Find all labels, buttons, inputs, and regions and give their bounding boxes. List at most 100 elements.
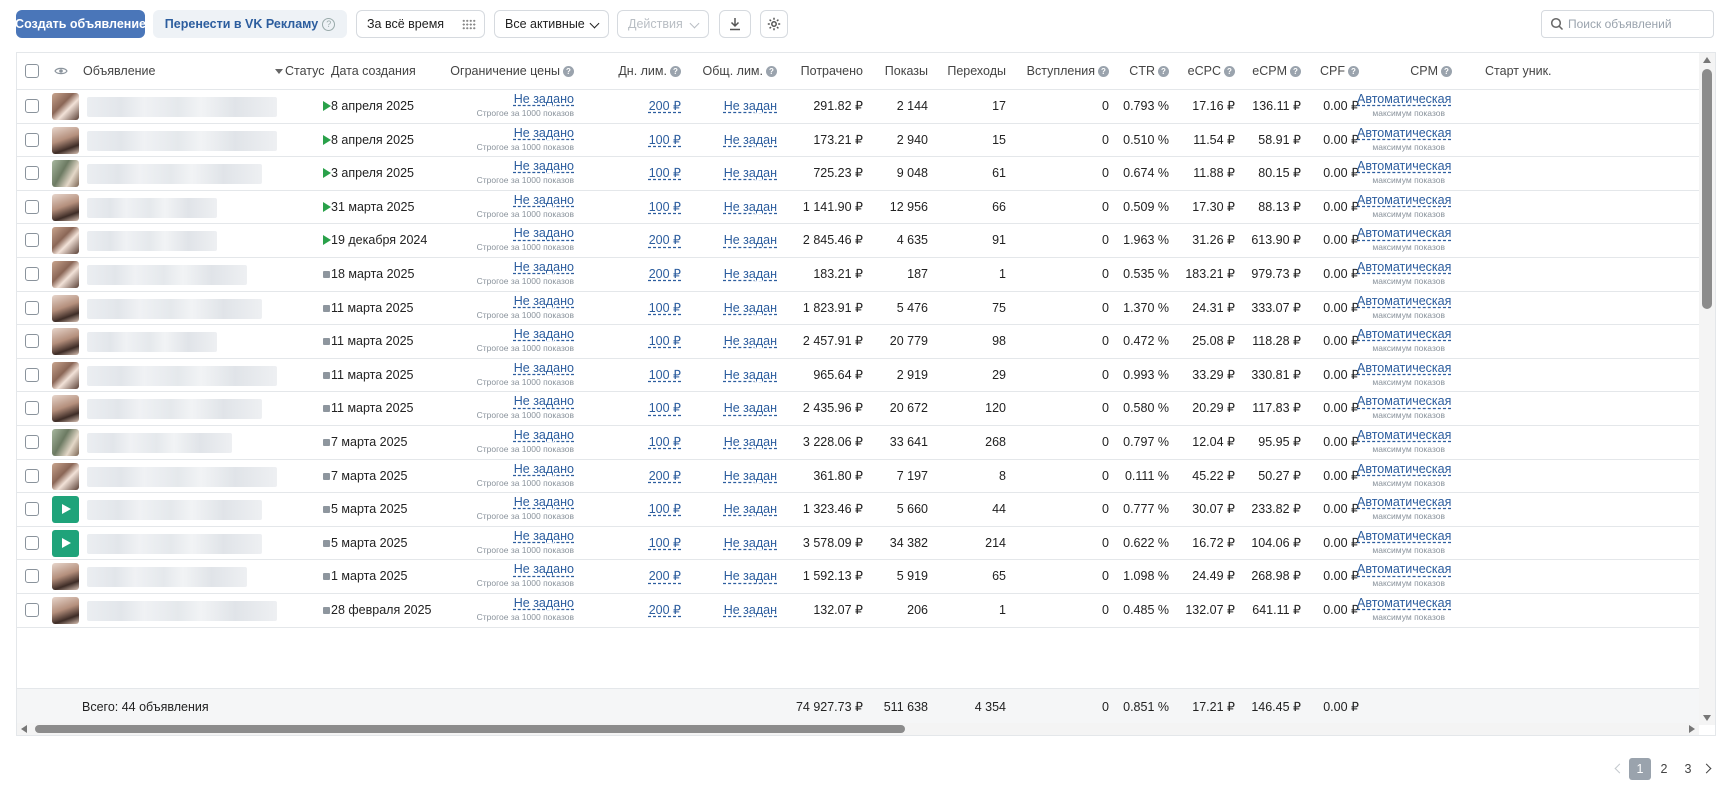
row-checkbox[interactable] — [25, 367, 39, 382]
settings-button[interactable] — [760, 10, 788, 38]
row-checkbox[interactable] — [25, 334, 39, 349]
scroll-right-arrow[interactable] — [1689, 725, 1695, 733]
ad-name-blurred[interactable] — [87, 567, 247, 588]
table-row[interactable]: 18 марта 2025 Не задано Строгое за 1000 по… — [17, 258, 1699, 292]
col-cpf[interactable]: CPF? — [1299, 53, 1359, 90]
search-box[interactable] — [1541, 10, 1714, 38]
ad-thumbnail[interactable] — [52, 160, 79, 188]
ad-thumbnail[interactable] — [52, 126, 79, 154]
status-stopped-icon[interactable] — [323, 371, 330, 379]
status-filter-select[interactable]: Все активные — [494, 10, 609, 38]
price-limit-link[interactable]: Не задано — [514, 294, 574, 308]
page-2-button[interactable]: 2 — [1653, 758, 1675, 780]
col-total-limit[interactable]: Общ. лим.? — [677, 53, 777, 90]
ad-name-blurred[interactable] — [87, 399, 262, 420]
status-stopped-icon[interactable] — [323, 539, 330, 547]
col-day-limit[interactable]: Дн. лим.? — [577, 53, 681, 90]
col-created[interactable]: Дата создания — [331, 53, 416, 90]
ad-thumbnail[interactable] — [52, 93, 79, 120]
status-stopped-icon[interactable] — [323, 573, 330, 581]
prev-page-button[interactable] — [1609, 758, 1627, 780]
scroll-down-arrow[interactable] — [1703, 715, 1711, 721]
row-checkbox[interactable] — [25, 603, 39, 617]
status-active-icon[interactable] — [323, 235, 331, 246]
cpm-strategy-link[interactable]: Автоматическая — [1357, 394, 1451, 408]
status-active-icon[interactable] — [323, 168, 331, 179]
cpm-strategy-link[interactable]: Автоматическая — [1357, 462, 1451, 476]
row-checkbox[interactable] — [25, 199, 39, 214]
status-active-icon[interactable] — [323, 101, 331, 111]
cpm-strategy-link[interactable]: Автоматическая — [1357, 193, 1451, 207]
col-cpm[interactable]: CPM? — [1357, 53, 1452, 90]
horizontal-scroll-thumb[interactable] — [35, 725, 905, 733]
price-limit-link[interactable]: Не задано — [514, 596, 574, 610]
price-limit-link[interactable]: Не задано — [514, 462, 574, 476]
price-limit-link[interactable]: Не задано — [514, 394, 574, 408]
table-row[interactable]: 11 марта 2025 Не задано Строгое за 1000 по… — [17, 325, 1699, 359]
col-ecpc[interactable]: eCPC? — [1163, 53, 1235, 90]
page-1-button[interactable]: 1 — [1629, 758, 1651, 780]
scroll-left-arrow[interactable] — [21, 725, 27, 733]
cpm-strategy-link[interactable]: Автоматическая — [1357, 126, 1451, 140]
status-active-icon[interactable] — [323, 134, 331, 145]
ad-thumbnail[interactable] — [52, 193, 79, 221]
select-all-checkbox[interactable] — [25, 64, 39, 78]
row-checkbox[interactable] — [25, 435, 39, 449]
cpm-strategy-link[interactable]: Автоматическая — [1357, 495, 1451, 509]
ad-name-blurred[interactable] — [87, 298, 262, 319]
table-row[interactable]: 28 февраля 2025 Не задано Строгое за 1000 … — [17, 594, 1699, 628]
cpm-strategy-link[interactable]: Автоматическая — [1357, 428, 1451, 442]
row-checkbox[interactable] — [25, 401, 39, 416]
col-joins[interactable]: Вступления? — [999, 53, 1109, 90]
price-limit-link[interactable]: Не задано — [514, 193, 574, 207]
ad-name-blurred[interactable] — [87, 332, 217, 353]
ad-thumbnail[interactable] — [52, 361, 79, 389]
page-3-button[interactable]: 3 — [1677, 758, 1699, 780]
cpm-strategy-link[interactable]: Автоматическая — [1357, 226, 1451, 240]
cpm-strategy-link[interactable]: Автоматическая — [1357, 529, 1451, 543]
actions-select[interactable]: Действия — [617, 10, 709, 38]
scroll-up-arrow[interactable] — [1703, 57, 1711, 63]
help-icon[interactable]: ? — [1441, 66, 1452, 77]
ad-name-blurred[interactable] — [87, 231, 217, 252]
table-row[interactable]: 19 декабря 2024 Не задано Строгое за 1000 … — [17, 224, 1699, 258]
ad-name-blurred[interactable] — [87, 164, 262, 185]
col-ctr[interactable]: CTR? — [1103, 53, 1169, 90]
row-checkbox[interactable] — [25, 267, 39, 281]
ad-thumbnail[interactable] — [52, 462, 79, 490]
migrate-vk-ads-button[interactable]: Перенести в VK Рекламу ? — [153, 10, 347, 38]
price-limit-link[interactable]: Не задано — [514, 327, 574, 341]
cpm-strategy-link[interactable]: Автоматическая — [1357, 327, 1451, 341]
table-row[interactable]: 11 марта 2025 Не задано Строгое за 1000 по… — [17, 359, 1699, 393]
cpm-strategy-link[interactable]: Автоматическая — [1357, 562, 1451, 576]
ad-name-blurred[interactable] — [87, 500, 262, 521]
price-limit-link[interactable]: Не задано — [514, 495, 574, 509]
ad-name-blurred[interactable] — [87, 533, 262, 554]
status-stopped-icon[interactable] — [323, 405, 330, 413]
vertical-scroll-thumb[interactable] — [1702, 69, 1712, 309]
price-limit-link[interactable]: Не задано — [514, 562, 574, 576]
ad-thumbnail[interactable] — [52, 395, 79, 423]
table-row[interactable]: 8 апреля 2025 Не задано Строгое за 1000 по… — [17, 90, 1699, 124]
row-checkbox[interactable] — [25, 132, 39, 147]
next-page-button[interactable] — [1699, 758, 1717, 780]
video-thumbnail[interactable] — [52, 496, 79, 524]
row-checkbox[interactable] — [25, 300, 39, 315]
ad-name-blurred[interactable] — [87, 601, 277, 621]
ad-name-blurred[interactable] — [87, 433, 232, 453]
vertical-scrollbar[interactable] — [1699, 53, 1715, 725]
row-checkbox[interactable] — [25, 468, 39, 483]
table-row[interactable]: 11 марта 2025 Не задано Строгое за 1000 по… — [17, 392, 1699, 426]
period-select[interactable]: За всё время — [356, 10, 485, 38]
col-spent[interactable]: Потрачено — [763, 53, 863, 90]
col-unique-start[interactable]: Старт уник. — [1485, 53, 1552, 90]
row-checkbox[interactable] — [25, 166, 39, 181]
col-price-limit[interactable]: Ограничение цены? — [424, 53, 574, 90]
search-input[interactable] — [1568, 12, 1708, 36]
download-button[interactable] — [719, 10, 751, 38]
price-limit-link[interactable]: Не задано — [514, 126, 574, 140]
ad-name-blurred[interactable] — [87, 97, 277, 117]
price-limit-link[interactable]: Не задано — [514, 260, 574, 274]
table-row[interactable]: 31 марта 2025 Не задано Строгое за 1000 по… — [17, 191, 1699, 225]
price-limit-link[interactable]: Не задано — [514, 428, 574, 442]
